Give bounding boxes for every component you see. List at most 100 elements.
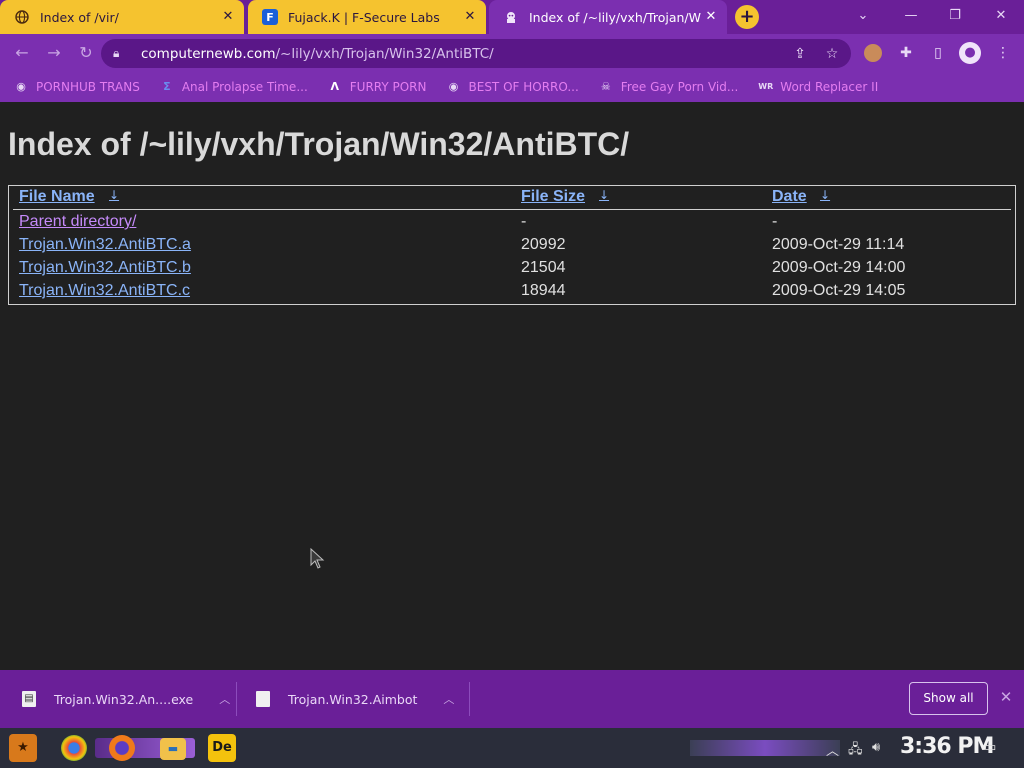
lock-icon[interactable]: 🔒︎ <box>113 46 127 61</box>
menu-kebab-icon[interactable]: ⋮ <box>993 43 1013 63</box>
page-title: Index of /~lily/vxh/Trojan/Win32/AntiBTC… <box>8 126 630 162</box>
reload-icon[interactable]: ↻ <box>74 41 98 65</box>
bookmark-label: PORNHUB TRANS <box>36 80 140 94</box>
file-listing-table: File Name ↓ File Size ↓ Date ↓ Parent di… <box>8 185 1016 305</box>
file-size: 21504 <box>521 259 566 276</box>
back-arrow-icon[interactable]: ← <box>10 41 34 65</box>
volume-icon[interactable]: 🔊︎ <box>872 740 880 755</box>
tab-fsecure[interactable]: F Fujack.K | F-Secure Labs ✕ <box>248 0 486 34</box>
minimize-icon[interactable]: — <box>898 4 924 28</box>
bookmark-item[interactable]: WR Word Replacer II <box>758 80 878 94</box>
bookmark-label: BEST OF HORRO... <box>468 80 579 94</box>
sort-arrow-icon[interactable]: ↓ <box>599 188 609 202</box>
mascot-icon <box>503 9 519 25</box>
window-close-icon[interactable]: ✕ <box>988 4 1014 28</box>
close-icon[interactable]: ✕ <box>220 9 236 25</box>
f-secure-icon: F <box>262 9 278 25</box>
sort-arrow-icon[interactable]: ↓ <box>820 188 830 202</box>
bookmark-item[interactable]: ◉ PORNHUB TRANS <box>14 80 140 94</box>
file-size: 18944 <box>521 282 566 299</box>
file-link[interactable]: Trojan.Win32.AntiBTC.c <box>19 282 190 300</box>
file-explorer-icon[interactable]: ▬ <box>160 738 186 760</box>
bookmark-label: Free Gay Porn Vid... <box>620 80 739 94</box>
taskbar: ★ ▬ De ︿ 🖧︎ 🔊︎ 3:36 PM ▭ <box>0 728 1024 768</box>
chevron-up-icon[interactable]: ︿ <box>443 691 454 707</box>
file-size: 20992 <box>521 236 566 253</box>
network-icon[interactable]: 🖧︎ <box>848 740 863 762</box>
bookmark-item[interactable]: Λ FURRY PORN <box>328 80 427 94</box>
file-icon <box>256 691 270 707</box>
column-header-file-name[interactable]: File Name <box>19 188 95 206</box>
globe-icon: ◉ <box>448 80 459 93</box>
close-icon[interactable]: ✕ <box>462 9 478 25</box>
bookmark-label: Word Replacer II <box>780 80 879 94</box>
lambda-icon: Λ <box>330 80 340 93</box>
bookmark-item[interactable]: ☠ Free Gay Porn Vid... <box>599 80 738 94</box>
mouse-cursor-icon <box>310 548 325 569</box>
tab-strip: Index of /vir/ ✕ F Fujack.K | F-Secure L… <box>0 0 1024 34</box>
chevron-up-icon[interactable]: ︿ <box>219 691 230 707</box>
tab-title: Index of /vir/ <box>40 9 119 25</box>
firefox-icon[interactable] <box>109 735 135 761</box>
globe-icon: ◉ <box>16 80 26 93</box>
side-panel-icon[interactable]: ▯ <box>928 43 948 63</box>
download-shelf: ▤ Trojan.Win32.An....exe ︿ Trojan.Win32.… <box>0 670 1024 728</box>
skull-icon: ☠ <box>600 80 611 93</box>
address-bar[interactable]: 🔒︎ computernewb.com/~lily/vxh/Trojan/Win… <box>101 39 851 68</box>
bookmark-label: FURRY PORN <box>349 80 427 94</box>
bookmark-item[interactable]: ◉ BEST OF HORRO... <box>447 80 579 94</box>
sort-arrow-icon[interactable]: ↓ <box>109 188 119 202</box>
close-icon[interactable]: ✕ <box>703 9 719 25</box>
share-icon[interactable]: ⇪ <box>791 45 809 63</box>
de-icon[interactable]: De <box>208 734 236 762</box>
new-tab-button[interactable]: + <box>735 5 759 29</box>
show-all-button[interactable]: Show all <box>909 682 988 715</box>
extensions-puzzle-icon[interactable]: ✚ <box>896 43 916 63</box>
bookmark-item[interactable]: Σ Anal Prolapse Time... <box>160 80 308 94</box>
chrome-icon[interactable] <box>61 735 87 761</box>
restore-icon[interactable]: ❐ <box>942 4 968 28</box>
tab-index-antibtc[interactable]: Index of /~lily/vxh/Trojan/W ✕ <box>489 0 727 34</box>
start-icon[interactable]: ★ <box>9 734 37 762</box>
bookmarks-bar: ◉ PORNHUB TRANS Σ Anal Prolapse Time... … <box>0 72 1024 102</box>
url-path: /~lily/vxh/Trojan/Win32/AntiBTC/ <box>275 45 494 62</box>
notification-icon[interactable]: ▭ <box>984 740 996 755</box>
clock[interactable]: 3:36 PM <box>900 734 994 759</box>
tab-title: Index of /~lily/vxh/Trojan/W <box>529 9 701 25</box>
exe-file-icon: ▤ <box>22 691 36 707</box>
url-host: computernewb.com <box>141 45 276 62</box>
file-date: 2009-Oct-29 14:05 <box>772 282 906 299</box>
toolbar: ← → ↻ 🔒︎ computernewb.com/~lily/vxh/Troj… <box>0 34 1024 72</box>
forward-arrow-icon[interactable]: → <box>42 41 66 65</box>
download-item[interactable]: ▤ Trojan.Win32.An....exe ︿ <box>22 670 230 728</box>
tab-title: Fujack.K | F-Secure Labs <box>288 9 440 25</box>
download-filename: Trojan.Win32.Aimbot <box>288 691 418 707</box>
file-size: - <box>521 213 527 230</box>
download-filename: Trojan.Win32.An....exe <box>54 691 194 707</box>
divider <box>236 682 237 716</box>
tab-search-icon[interactable]: ⌄ <box>850 4 876 28</box>
parent-directory-link[interactable]: Parent directory/ <box>19 213 136 231</box>
globe-icon <box>14 9 30 25</box>
bookmark-label: Anal Prolapse Time... <box>181 80 308 94</box>
column-header-file-size[interactable]: File Size <box>521 188 585 206</box>
file-date: 2009-Oct-29 11:14 <box>772 236 905 253</box>
page-content: Index of /~lily/vxh/Trojan/Win32/AntiBTC… <box>0 102 1024 670</box>
download-item[interactable]: Trojan.Win32.Aimbot ︿ <box>256 670 454 728</box>
header-divider <box>13 209 1011 210</box>
tab-index-vir[interactable]: Index of /vir/ ✕ <box>0 0 244 34</box>
file-link[interactable]: Trojan.Win32.AntiBTC.a <box>19 236 191 254</box>
taskbar-decoration <box>690 740 840 756</box>
divider <box>469 682 470 716</box>
column-header-date[interactable]: Date <box>772 188 807 206</box>
extension-avatar-icon[interactable] <box>864 44 882 62</box>
bracket-icon: Σ <box>163 80 171 93</box>
bookmark-star-icon[interactable]: ☆ <box>823 45 841 63</box>
chevron-up-icon[interactable]: ︿ <box>826 740 839 759</box>
file-link[interactable]: Trojan.Win32.AntiBTC.b <box>19 259 191 277</box>
profile-icon[interactable]: ● <box>959 42 981 64</box>
file-date: - <box>772 213 778 230</box>
wr-icon: WR <box>758 82 774 91</box>
close-icon[interactable]: ✕ <box>998 689 1014 705</box>
file-date: 2009-Oct-29 14:00 <box>772 259 906 276</box>
